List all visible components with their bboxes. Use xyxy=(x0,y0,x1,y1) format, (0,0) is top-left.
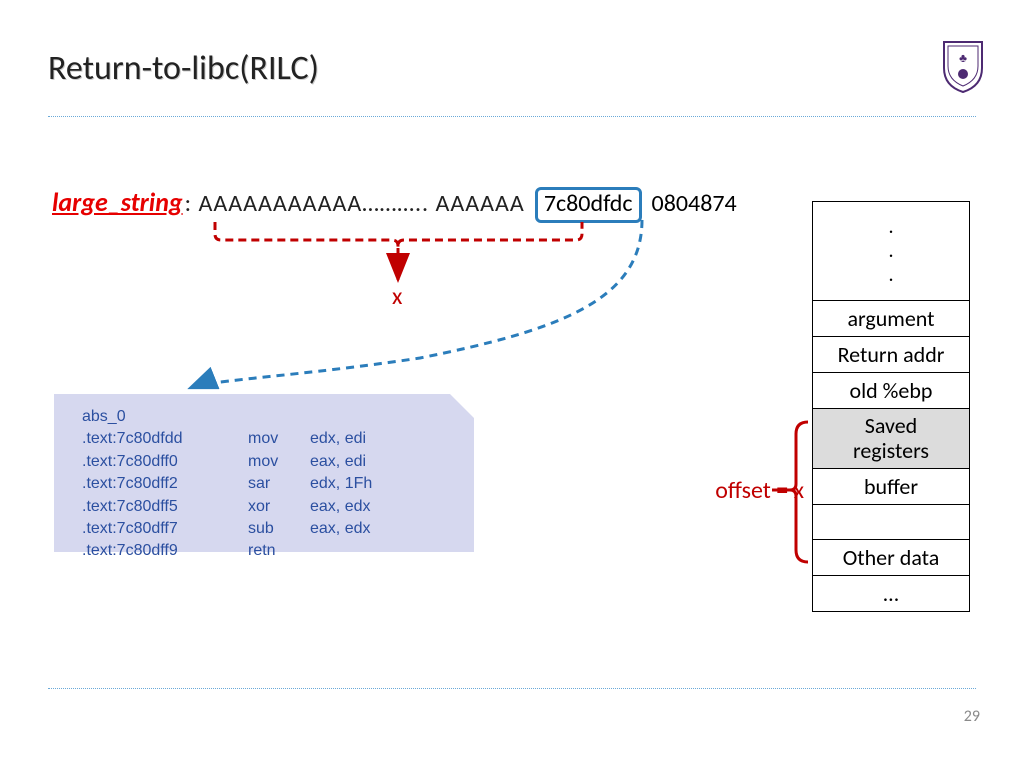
divider-bottom xyxy=(48,688,976,689)
stack-cell-spacer xyxy=(813,504,970,539)
trailing-address: 0804874 xyxy=(652,189,737,218)
stack-cell-ellipsis: … xyxy=(813,575,970,611)
stack-cell-saved-regs: Savedregisters xyxy=(813,409,970,469)
stack-diagram: ... argument Return addr old %ebp Savedr… xyxy=(812,201,970,612)
svg-text:♣: ♣ xyxy=(959,51,967,65)
large-string-label: large_string xyxy=(52,186,183,218)
stack-cell-other-data: Other data xyxy=(813,539,970,575)
divider-top xyxy=(48,116,976,117)
stack-cell-return-addr: Return addr xyxy=(813,337,970,373)
asm-header: abs_0 xyxy=(82,406,460,428)
large-string-line: large_string : AAAAAAAAAAA……….. AAAAAA 7… xyxy=(52,186,737,223)
boxed-address: 7c80dfdc xyxy=(535,187,642,223)
slide-title: Return-to-libc(RILC) xyxy=(48,48,319,89)
blue-curve xyxy=(190,220,642,388)
assembly-box: abs_0 .text:7c80dfddmovedx, edi .text:7c… xyxy=(54,394,474,552)
red-brace xyxy=(215,222,582,248)
page-number: 29 xyxy=(964,707,980,726)
large-string-aaaa: : AAAAAAAAAAA……….. AAAAAA xyxy=(185,189,525,218)
offset-label: offset = x xyxy=(715,476,804,505)
stack-cell-old-ebp: old %ebp xyxy=(813,373,970,409)
stack-top-dots: ... xyxy=(813,202,970,301)
x-label: x xyxy=(392,282,402,311)
university-shield-icon: ♣ xyxy=(940,38,986,94)
stack-cell-argument: argument xyxy=(813,301,970,337)
stack-cell-buffer: buffer xyxy=(813,468,970,504)
